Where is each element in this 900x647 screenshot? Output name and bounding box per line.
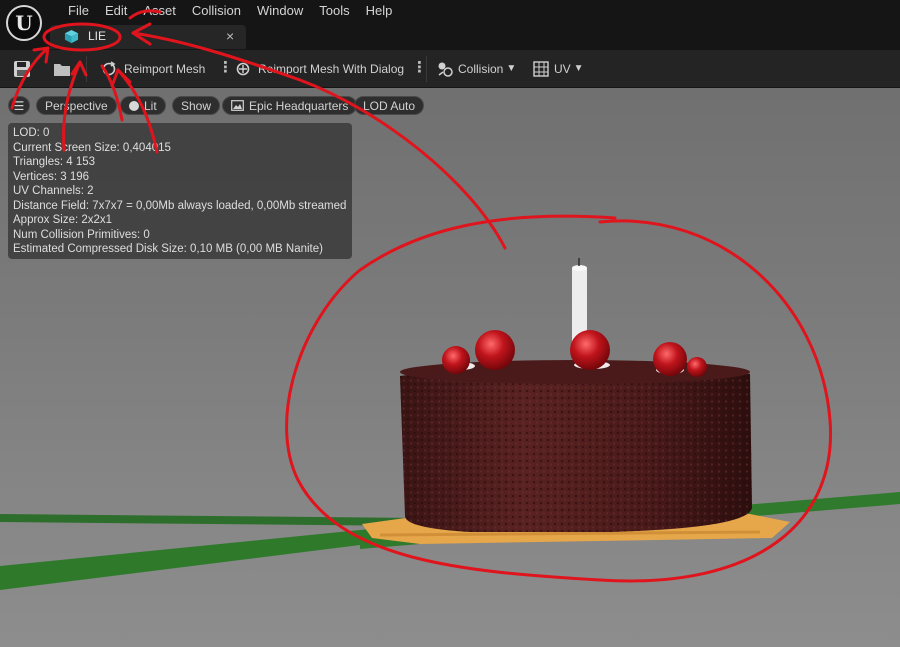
cherry bbox=[475, 330, 515, 370]
save-icon bbox=[14, 60, 30, 77]
reimport-dialog-icon bbox=[236, 62, 250, 75]
show-label: Show bbox=[181, 98, 212, 113]
browse-button[interactable] bbox=[52, 50, 72, 87]
tab-label: LIE bbox=[88, 29, 107, 43]
unreal-logo-icon[interactable]: U bbox=[6, 5, 42, 41]
uv-grid-icon bbox=[533, 60, 549, 77]
stat-screen-size: Current Screen Size: 0,404015 bbox=[13, 141, 171, 154]
asset-toolbar: Reimport Mesh ⋮ Reimport Mesh With Dialo… bbox=[0, 50, 900, 87]
menu-bar: File Edit Asset Collision Window Tools H… bbox=[60, 3, 400, 19]
toolbar-separator bbox=[426, 56, 427, 82]
chevron-down-icon: ▼ bbox=[506, 63, 517, 74]
menu-edit[interactable]: Edit bbox=[97, 3, 135, 19]
menu-collision[interactable]: Collision bbox=[184, 3, 249, 19]
static-mesh-icon bbox=[64, 29, 79, 44]
cherry bbox=[570, 330, 610, 370]
mesh-viewport[interactable]: ☰ Perspective Lit Show Epic Headquarters… bbox=[0, 88, 900, 647]
stat-distance-field: Distance Field: 7x7x7 = 0,00Mb always lo… bbox=[13, 199, 347, 212]
menu-tools[interactable]: Tools bbox=[311, 3, 357, 19]
folder-icon bbox=[54, 63, 70, 76]
lit-label: Lit bbox=[144, 98, 157, 113]
menu-help[interactable]: Help bbox=[358, 3, 401, 19]
stat-triangles: Triangles: 4 153 bbox=[13, 156, 96, 168]
scene-preview-button[interactable]: Epic Headquarters bbox=[222, 96, 358, 115]
reimport-with-dialog-button[interactable]: Reimport Mesh With Dialog bbox=[234, 50, 404, 87]
tab-close-icon[interactable]: × bbox=[226, 28, 234, 44]
hamburger-icon: ☰ bbox=[13, 98, 25, 113]
menu-asset[interactable]: Asset bbox=[135, 3, 184, 19]
collision-dropdown[interactable]: Collision ▼ bbox=[436, 50, 516, 87]
stat-uv-channels: UV Channels: 2 bbox=[13, 185, 94, 197]
image-icon bbox=[231, 100, 244, 111]
menu-file[interactable]: File bbox=[60, 3, 97, 19]
viewport-options-button[interactable]: ☰ bbox=[8, 96, 30, 115]
uv-dropdown[interactable]: UV ▼ bbox=[532, 50, 584, 87]
cherry bbox=[442, 346, 470, 374]
lit-icon bbox=[129, 100, 139, 111]
stat-vertices: Vertices: 3 196 bbox=[13, 170, 90, 183]
tab-asset[interactable]: LIE × bbox=[50, 25, 246, 49]
stat-collision-primitives: Num Collision Primitives: 0 bbox=[13, 228, 150, 241]
title-bar: U File Edit Asset Collision Window Tools… bbox=[0, 0, 900, 50]
uv-label: UV bbox=[554, 61, 571, 76]
perspective-button[interactable]: Perspective bbox=[36, 96, 117, 115]
cherry bbox=[687, 357, 707, 377]
mesh-stats-panel: LOD: 0 Current Screen Size: 0,404015 Tri… bbox=[8, 123, 352, 259]
toolbar-separator bbox=[86, 56, 87, 82]
scene-label: Epic Headquarters bbox=[249, 98, 349, 113]
reimport-options-icon[interactable]: ⋮ bbox=[218, 60, 233, 76]
stat-lod: LOD: 0 bbox=[13, 127, 50, 139]
reimport-icon bbox=[102, 60, 116, 75]
lod-label: LOD Auto bbox=[363, 98, 416, 113]
reimport-dialog-options-icon[interactable]: ⋮ bbox=[412, 60, 427, 76]
reimport-button[interactable]: Reimport Mesh bbox=[100, 50, 205, 87]
lit-button[interactable]: Lit bbox=[120, 96, 166, 115]
lod-button[interactable]: LOD Auto bbox=[354, 96, 425, 115]
save-button[interactable] bbox=[12, 50, 32, 87]
collision-icon bbox=[438, 62, 453, 77]
collision-label: Collision bbox=[458, 61, 504, 76]
chevron-down-icon: ▼ bbox=[573, 63, 584, 74]
perspective-label: Perspective bbox=[45, 98, 108, 113]
floor-line bbox=[0, 528, 400, 590]
menu-window[interactable]: Window bbox=[249, 3, 311, 19]
stat-approx-size: Approx Size: 2x2x1 bbox=[13, 214, 113, 226]
cherry bbox=[653, 342, 687, 376]
show-button[interactable]: Show bbox=[172, 96, 221, 115]
floor-line bbox=[0, 514, 420, 526]
reimport-label: Reimport Mesh bbox=[124, 61, 206, 76]
stat-disk-size: Estimated Compressed Disk Size: 0,10 MB … bbox=[13, 243, 323, 255]
reimport-dialog-label: Reimport Mesh With Dialog bbox=[258, 61, 405, 76]
